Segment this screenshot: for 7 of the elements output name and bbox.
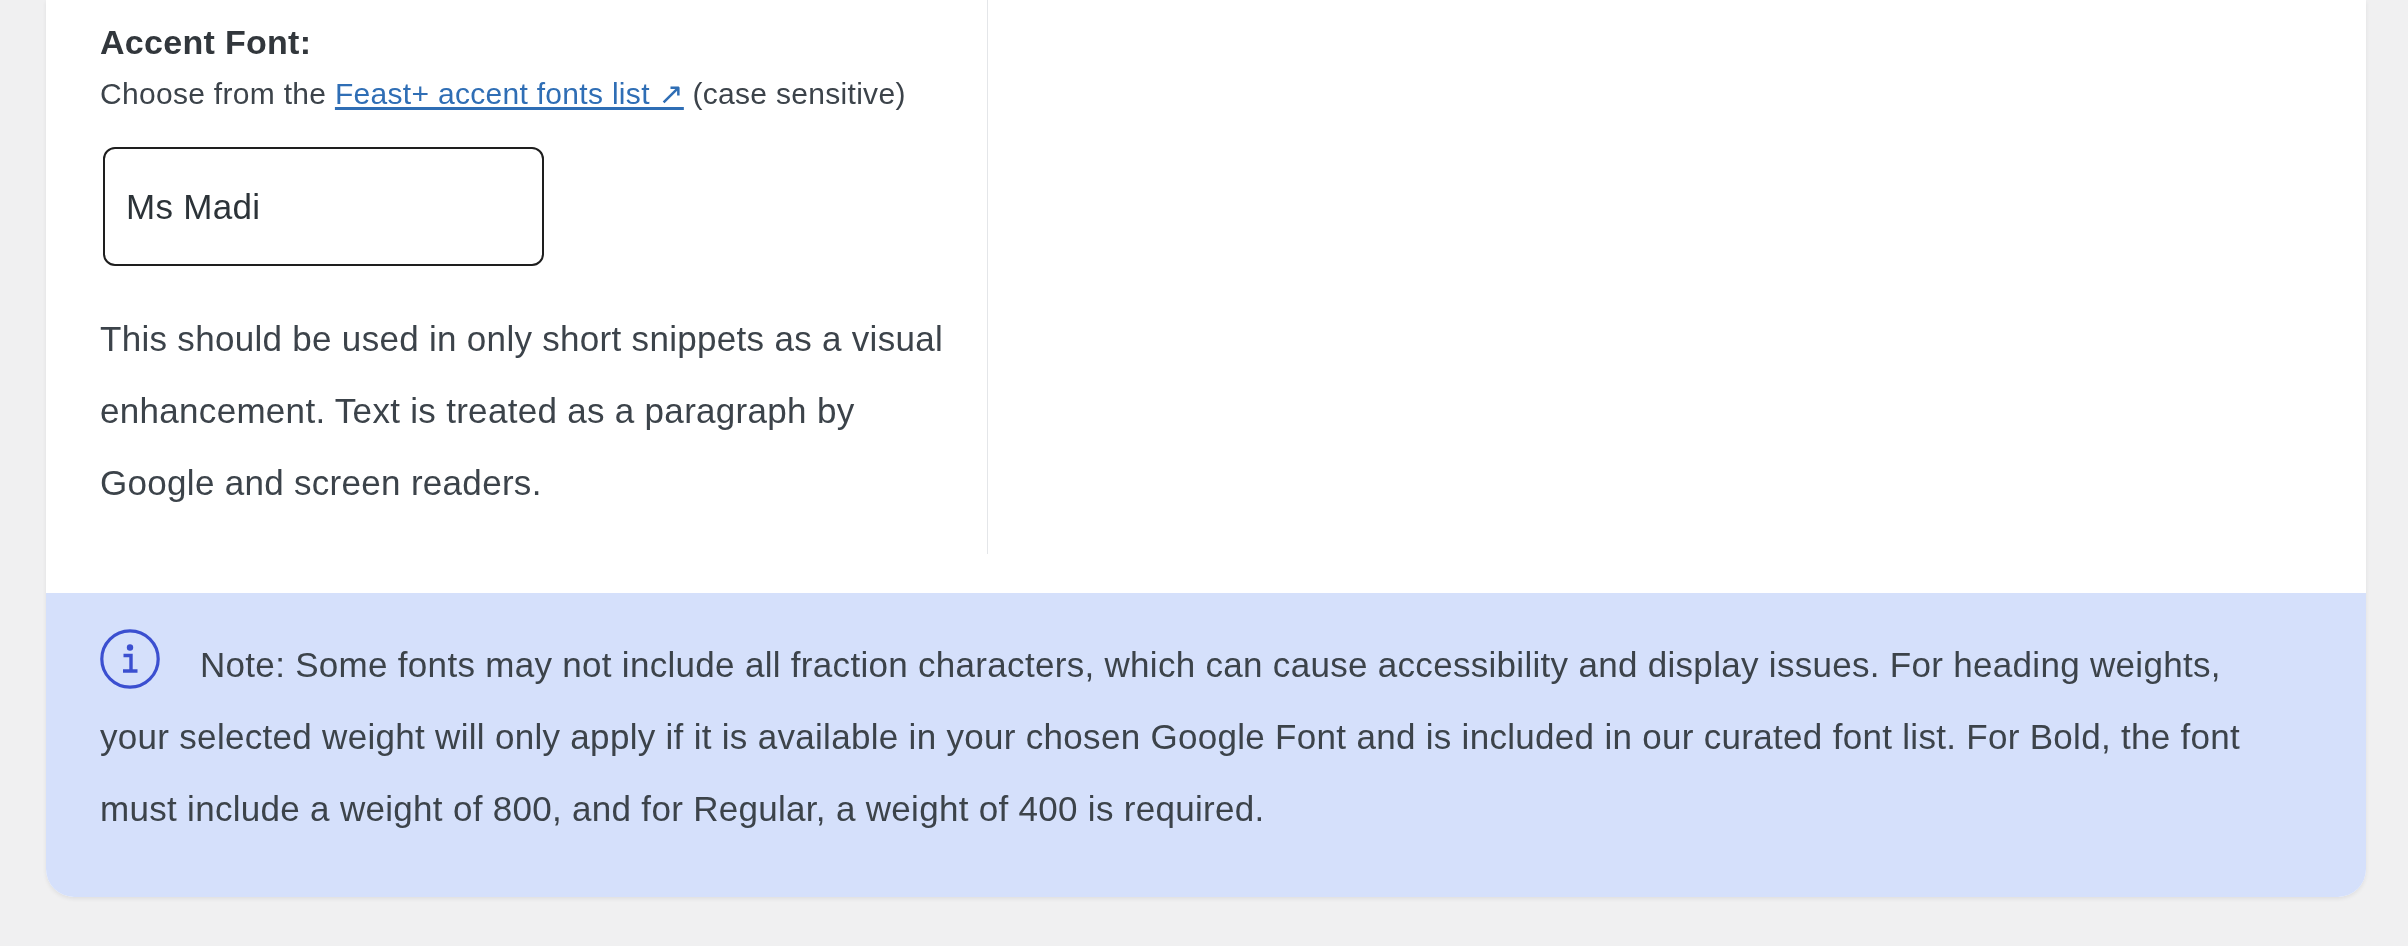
- fonts-list-link[interactable]: Feast+ accent fonts list ↗: [334, 77, 684, 110]
- note-text: Note: Some fonts may not include all fraction characters, which can cause accessibility and display issues. For heading weights, your selected weight will only apply if it is available in your chosen Google Font and is included in our curated font list. For Bold, the font must include a weight of 800, and for Regular, a weight of 400 is required.: [100, 629, 2276, 845]
- help-text: Choose from the Feast+ accent fonts list ↗ (case sensitive): [100, 76, 906, 112]
- info-icon: [100, 629, 160, 689]
- font-name-input[interactable]: Ms Madi: [103, 147, 544, 266]
- accent-font-label: Accent Font:: [100, 22, 312, 62]
- description-text: This should be used in only short snippets as a visual enhancement. Text is treated as a paragraph by Google and screen readers.: [100, 318, 945, 504]
